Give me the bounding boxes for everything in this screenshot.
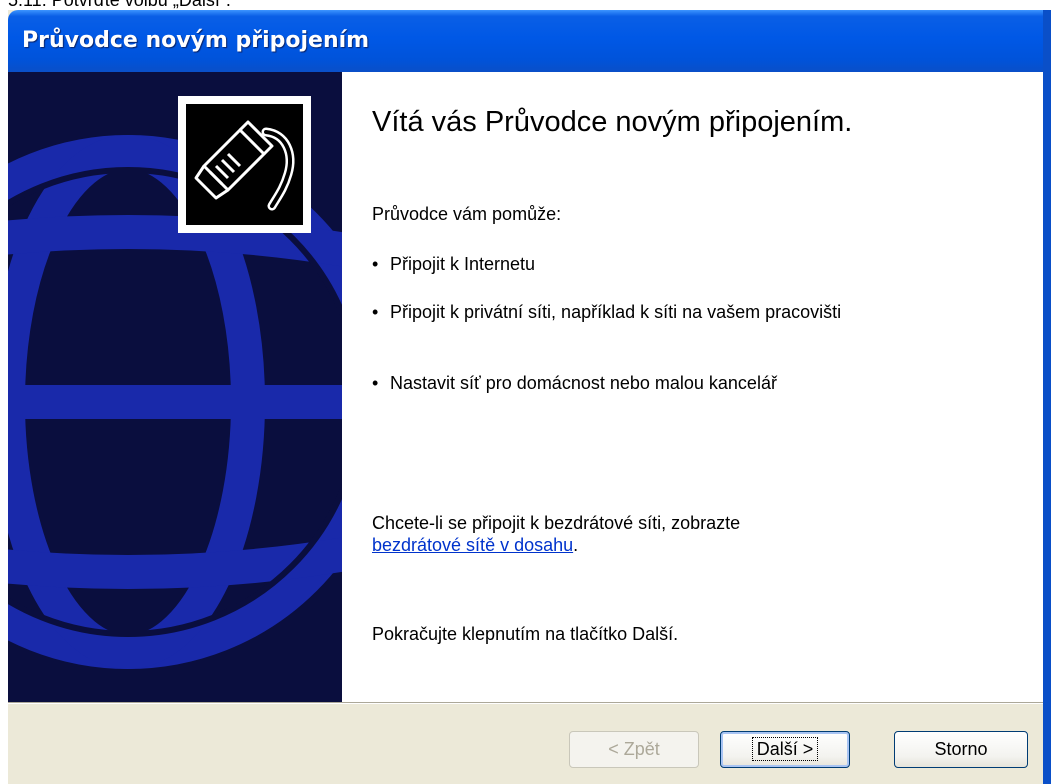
bullet-icon: • [372, 373, 379, 393]
back-button[interactable]: < Zpět [569, 731, 699, 768]
window-title: Průvodce novým připojením [22, 28, 370, 53]
next-button-label: Další > [751, 737, 819, 761]
cancel-button[interactable]: Storno [894, 731, 1028, 768]
wireless-paragraph: Chcete-li se připojit k bezdrátové síti,… [372, 512, 932, 556]
wireless-networks-link[interactable]: bezdrátové sítě v dosahu [372, 535, 573, 555]
caption-text: 5.11. Potvrďte volbu „Další“. [8, 0, 231, 10]
intro-text: Průvodce vám pomůže: [372, 204, 562, 224]
cancel-button-label: Storno [934, 739, 988, 759]
window-border-right [1043, 10, 1051, 784]
back-button-label: < Zpět [608, 739, 660, 759]
bullet-icon: • [372, 302, 379, 322]
wireless-suffix: . [573, 535, 579, 555]
wizard-content: Vítá vás Průvodce novým připojením. Prův… [342, 72, 1051, 702]
title-bar[interactable]: Průvodce novým připojením [8, 10, 1051, 72]
list-item-label: Připojit k Internetu [390, 254, 536, 274]
wizard-sidebar [8, 72, 342, 702]
network-cable-plug-icon [178, 96, 311, 233]
next-button[interactable]: Další > [720, 731, 850, 768]
wizard-window: Průvodce novým připojením Vítá vás Průvo… [8, 10, 1051, 784]
list-item-label: Připojit k privátní síti, například k sí… [390, 302, 842, 322]
bullet-icon: • [372, 254, 379, 274]
list-item-label: Nastavit síť pro domácnost nebo malou ka… [390, 373, 777, 393]
document-caption: 5.11. Potvrďte volbu „Další“. [0, 0, 1051, 10]
continue-text: Pokračujte klepnutím na tlačítko Další. [372, 624, 679, 644]
page-heading: Vítá vás Průvodce novým připojením. [372, 106, 853, 138]
footer-divider [8, 702, 1051, 704]
wireless-text: Chcete-li se připojit k bezdrátové síti,… [372, 513, 741, 533]
